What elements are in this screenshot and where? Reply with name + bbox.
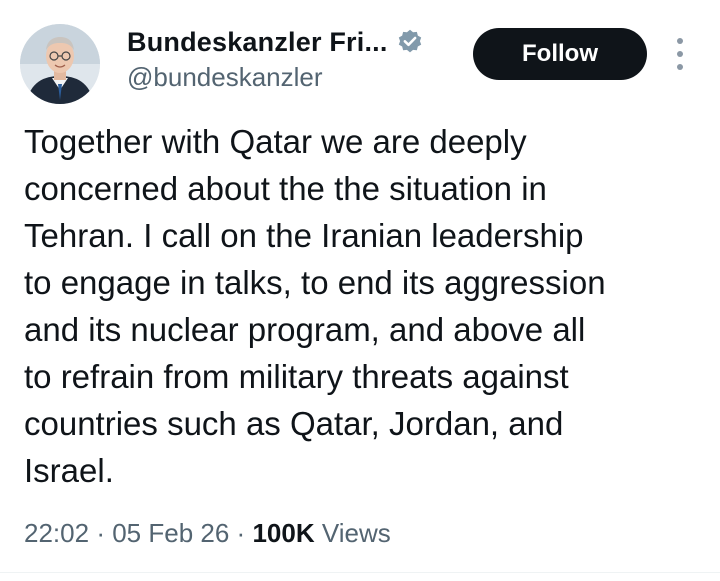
more-vertical-icon[interactable]	[670, 38, 690, 70]
avatar-image	[20, 24, 100, 104]
post-text: Together with Qatar we are deeply concer…	[24, 123, 606, 489]
author-name-row: Bundeskanzler Fri...	[127, 22, 424, 62]
views-count: 100K	[252, 518, 315, 548]
divider	[0, 572, 720, 573]
tweet-card: Bundeskanzler Fri... @bundeskanzler Foll…	[0, 0, 720, 581]
meta-separator: ·	[96, 518, 105, 548]
more-dot	[677, 64, 683, 70]
post-date[interactable]: 05 Feb 26	[112, 518, 229, 548]
post-time[interactable]: 22:02	[24, 518, 89, 548]
author-display-name[interactable]: Bundeskanzler Fri...	[127, 27, 388, 58]
avatar[interactable]	[20, 24, 100, 104]
post-meta: 22:02 · 05 Feb 26 · 100K Views	[24, 518, 391, 549]
more-dot	[677, 51, 683, 57]
meta-separator: ·	[236, 518, 246, 548]
more-dot	[677, 38, 683, 44]
verified-badge-icon	[396, 28, 424, 56]
follow-button[interactable]: Follow	[473, 28, 647, 80]
views-label: Views	[321, 518, 391, 548]
author-handle[interactable]: @bundeskanzler	[127, 62, 323, 93]
